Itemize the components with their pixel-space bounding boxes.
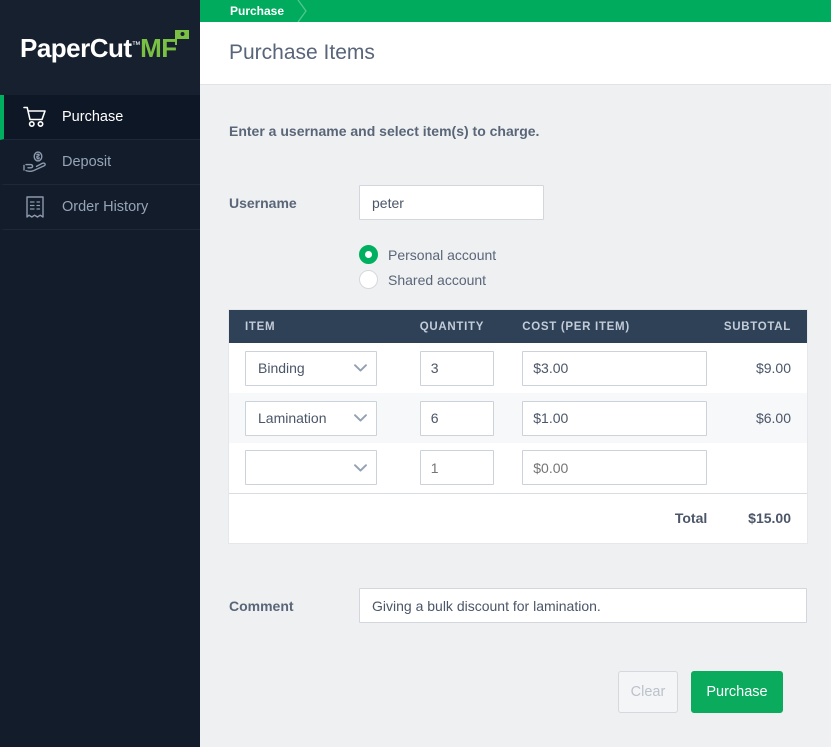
page-title: Purchase Items xyxy=(229,41,375,64)
quantity-input[interactable] xyxy=(419,450,494,486)
cell-item: Lamination xyxy=(229,393,404,443)
flag-icon xyxy=(174,23,190,45)
brand-logo[interactable]: PaperCut™MF xyxy=(0,0,200,95)
comment-row: Comment xyxy=(229,588,807,623)
sidebar-item-deposit[interactable]: Deposit xyxy=(0,140,200,185)
cell-quantity xyxy=(404,443,507,493)
logo-trademark: ™ xyxy=(131,38,141,49)
item-select-value: Lamination xyxy=(258,410,327,426)
total-label: Total xyxy=(506,492,708,543)
item-select[interactable]: Lamination xyxy=(245,400,377,436)
cell-subtotal: $9.00 xyxy=(755,360,791,376)
cell-quantity xyxy=(404,393,507,443)
cost-input[interactable] xyxy=(522,400,708,436)
sidebar-item-label: Order History xyxy=(62,199,149,215)
column-header-item: ITEM xyxy=(229,310,404,343)
table-row xyxy=(229,443,807,493)
radio-label: Shared account xyxy=(388,271,487,288)
username-input[interactable] xyxy=(359,185,544,220)
column-header-subtotal: SUBTOTAL xyxy=(707,310,807,343)
cell-cost xyxy=(506,393,708,443)
title-band: Purchase Items xyxy=(200,22,831,85)
radio-icon-selected[interactable] xyxy=(359,245,378,264)
logo-secondary: MF xyxy=(140,32,177,63)
item-select[interactable] xyxy=(245,450,377,486)
column-header-cost: COST (PER ITEM) xyxy=(506,310,708,343)
sidebar-nav: Purchase Deposit Order History xyxy=(0,95,200,230)
total-spacer xyxy=(403,492,507,543)
logo-text: PaperCut™MF xyxy=(20,29,189,63)
items-table-header: ITEM QUANTITY COST (PER ITEM) SUBTOTAL xyxy=(229,310,807,343)
column-header-quantity: QUANTITY xyxy=(403,310,507,343)
comment-label: Comment xyxy=(229,597,294,614)
total-spacer xyxy=(229,492,404,543)
clear-button[interactable]: Clear xyxy=(618,671,678,713)
sidebar-item-order-history[interactable]: Order History xyxy=(0,185,200,230)
item-select[interactable]: Binding xyxy=(245,350,377,386)
sidebar: PaperCut™MF Purchase Deposit Order Histo… xyxy=(0,0,200,747)
comment-input[interactable] xyxy=(359,588,807,623)
action-bar: Clear Purchase xyxy=(229,671,807,713)
radio-icon-unselected[interactable] xyxy=(359,270,378,289)
account-type-group: Personal account Shared account xyxy=(359,242,807,292)
content-area: Enter a username and select item(s) to c… xyxy=(200,85,831,747)
purchase-button[interactable]: Purchase xyxy=(691,671,783,713)
logo-primary: PaperCut xyxy=(20,32,132,63)
breadcrumb: Purchase xyxy=(200,0,831,22)
radio-shared-account[interactable]: Shared account xyxy=(359,267,807,292)
username-label: Username xyxy=(229,194,297,211)
sidebar-item-label: Purchase xyxy=(62,109,124,125)
cost-input[interactable] xyxy=(522,350,708,386)
items-table: ITEM QUANTITY COST (PER ITEM) SUBTOTAL B… xyxy=(229,310,807,543)
sidebar-item-label: Deposit xyxy=(62,154,112,170)
username-row: Username xyxy=(229,185,807,220)
chevron-down-icon xyxy=(354,364,367,372)
cell-cost xyxy=(506,443,708,493)
cell-cost xyxy=(506,343,708,393)
items-table-body: Binding $9.00 xyxy=(229,343,807,543)
chevron-down-icon xyxy=(354,414,367,422)
quantity-input[interactable] xyxy=(419,400,494,436)
hand-holding-dollar-icon xyxy=(22,149,48,175)
sidebar-item-purchase[interactable]: Purchase xyxy=(0,95,200,140)
item-select-value: Binding xyxy=(258,360,305,376)
cell-item xyxy=(229,443,404,493)
instruction-text: Enter a username and select item(s) to c… xyxy=(229,123,540,139)
radio-label: Personal account xyxy=(388,246,497,263)
radio-personal-account[interactable]: Personal account xyxy=(359,242,807,267)
cell-item: Binding xyxy=(229,343,404,393)
shopping-cart-icon xyxy=(22,104,48,130)
main-panel: Purchase Purchase Items Enter a username… xyxy=(200,0,831,747)
table-total-row: Total $15.00 xyxy=(229,492,807,543)
table-row: Lamination $6.00 xyxy=(229,393,807,443)
table-header-row: ITEM QUANTITY COST (PER ITEM) SUBTOTAL xyxy=(229,310,807,343)
quantity-input[interactable] xyxy=(419,350,494,386)
cell-subtotal xyxy=(707,443,807,493)
app-root: PaperCut™MF Purchase Deposit Order Histo… xyxy=(0,0,831,747)
cost-input[interactable] xyxy=(522,450,708,486)
receipt-icon xyxy=(22,194,48,220)
breadcrumb-item-purchase[interactable]: Purchase xyxy=(230,4,284,18)
table-row: Binding $9.00 xyxy=(229,343,807,393)
chevron-down-icon xyxy=(354,464,367,472)
cell-quantity xyxy=(404,343,507,393)
cell-subtotal: $6.00 xyxy=(755,410,791,426)
chevron-right-icon xyxy=(296,0,308,22)
total-value: $15.00 xyxy=(707,492,807,543)
